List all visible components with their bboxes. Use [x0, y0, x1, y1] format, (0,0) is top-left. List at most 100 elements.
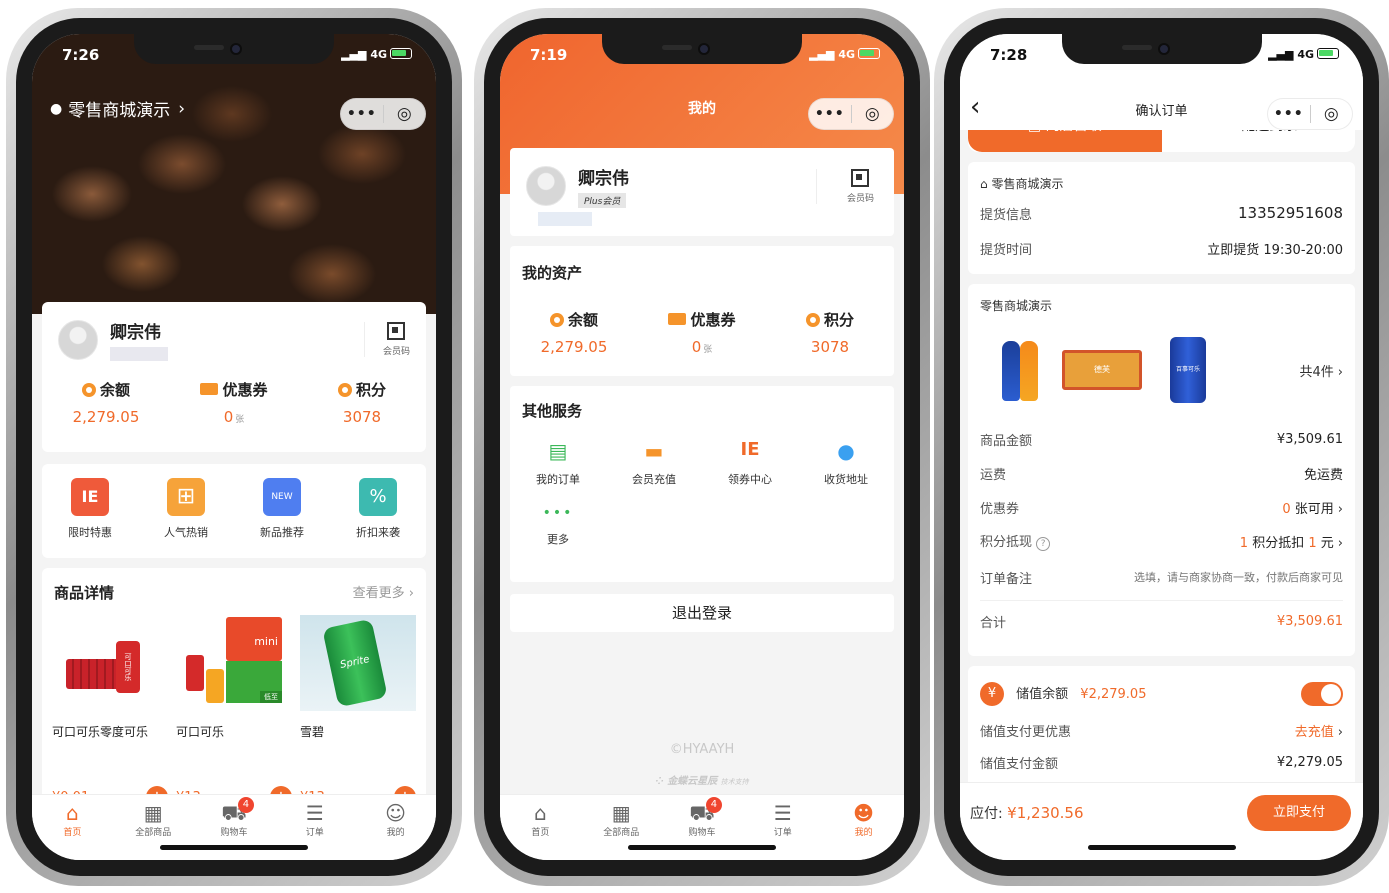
location-pin-icon: ● — [837, 439, 855, 463]
tab-cart[interactable]: ⛟ 4 购物车 — [194, 795, 275, 860]
member-code-label: 会员码 — [382, 347, 410, 357]
user-id-blurred — [538, 212, 592, 226]
tab-mine[interactable]: ☺ 我的 — [355, 795, 436, 860]
asset-balance[interactable]: 余额 2,279.05 — [42, 379, 170, 426]
points-row[interactable]: 积分抵现 ? 1 积分抵扣 1 元 › — [980, 524, 1343, 558]
order-note-input[interactable] — [1081, 570, 1343, 584]
tab-label: 订单 — [305, 828, 324, 838]
logout-button[interactable]: 退出登录 — [510, 594, 894, 632]
help-icon[interactable]: ? — [1036, 537, 1051, 551]
person-icon: ☻ — [853, 801, 875, 825]
asset-label: 优惠券 — [222, 381, 268, 399]
store-icon: ⌂ — [980, 177, 992, 191]
network-label: 4G — [370, 48, 387, 61]
order-card: 零售商城演示 德芙 百事可乐 共4件 › 商品金额 ¥3,509.61 运费 免运费 … — [968, 284, 1355, 656]
service-coupon-center[interactable]: IE 领券中心 — [702, 439, 798, 487]
more-dots-icon[interactable]: ••• — [1268, 106, 1310, 122]
tab-all-goods[interactable]: ▦ 全部商品 — [581, 795, 662, 860]
mine-screen: 7:19 ▂▄▆ 4G 我的 ••• ◎ 卿宗伟 Plus会员 会员码 我的资产 … — [500, 34, 904, 860]
points-value: 1 — [1308, 535, 1317, 551]
tab-home[interactable]: ⌂ 首页 — [32, 795, 113, 860]
product-card[interactable]: Sprite 雪碧 — [296, 615, 420, 740]
order-items[interactable]: 德芙 百事可乐 共4件 › — [980, 318, 1343, 422]
service-my-orders[interactable]: ▤ 我的订单 — [510, 439, 606, 487]
asset-value: 0 — [691, 338, 702, 356]
tab-label: 全部商品 — [603, 828, 640, 838]
tab-label: 购物车 — [688, 828, 716, 838]
support-subtext: 技术支持 — [720, 778, 749, 786]
shortcut-flash-sale[interactable]: IE 限时特惠 — [42, 478, 138, 558]
asset-unit: 张 — [703, 345, 713, 355]
avatar[interactable] — [58, 319, 98, 360]
coin-icon — [337, 383, 352, 397]
tab-orders[interactable]: ☰ 订单 — [274, 795, 355, 860]
cart-badge: 4 — [237, 797, 254, 813]
store-selector[interactable]: ● 零售商城演示 › — [50, 96, 185, 122]
service-label: 更多 — [547, 533, 569, 546]
see-more-link[interactable]: 查看更多 › — [353, 582, 414, 603]
shortcut-discount[interactable]: % 折扣来袭 — [330, 478, 426, 558]
network-label: 4G — [838, 48, 855, 61]
asset-points[interactable]: 积分 3078 — [766, 309, 894, 356]
ticket-icon — [200, 383, 219, 395]
tab-orders[interactable]: ☰ 订单 — [742, 795, 823, 860]
more-dots-icon[interactable]: ••• — [341, 106, 383, 122]
tab-label: 购物车 — [220, 828, 248, 838]
service-address[interactable]: ● 收货地址 — [798, 439, 894, 487]
asset-points[interactable]: 积分 3078 — [298, 379, 426, 426]
new-badge-icon: NEW — [263, 478, 301, 516]
tab-label: 我的 — [854, 828, 873, 838]
recharge-link[interactable]: 去充值 — [1295, 725, 1334, 740]
member-code-button[interactable]: 会员码 — [815, 168, 878, 204]
pickup-info-row[interactable]: 提货信息 13352951608 — [980, 196, 1343, 230]
section-title: 商品详情 — [54, 584, 115, 602]
tab-mine[interactable]: ☻ 我的 — [823, 795, 904, 860]
pickup-time-row[interactable]: 提货时间 立即提货 19:30-20:00 — [980, 230, 1343, 266]
close-circle-icon[interactable]: ◎ — [1311, 104, 1353, 124]
goods-section: 商品详情 查看更多 › 可口可乐 可口可乐零度可乐 mini 低至 可口可乐 S… — [42, 568, 426, 818]
pay-now-button[interactable]: 立即支付 — [1246, 795, 1351, 831]
product-card[interactable]: 可口可乐 可口可乐零度可乐 — [48, 615, 172, 740]
service-label: 领券中心 — [728, 473, 772, 486]
status-time: 7:19 — [530, 46, 568, 64]
phone-mine: 7:19 ▂▄▆ 4G 我的 ••• ◎ 卿宗伟 Plus会员 会员码 我的资产 … — [474, 8, 930, 886]
yen-icon: ¥ — [980, 682, 1004, 706]
shipping-row: 运费 免运费 — [980, 456, 1343, 490]
item-count[interactable]: 共4件 › — [1206, 361, 1343, 380]
mini-program-capsule[interactable]: ••• ◎ — [1267, 98, 1353, 130]
balance-toggle[interactable] — [1301, 682, 1343, 706]
tab-label: 订单 — [773, 828, 792, 838]
store-name: 零售商城演示 — [68, 101, 171, 121]
home-indicator — [160, 845, 308, 850]
shortcut-new[interactable]: NEW 新品推荐 — [234, 478, 330, 558]
hero-banner[interactable] — [32, 34, 436, 314]
member-code-button[interactable]: 会员码 — [363, 322, 410, 357]
pickup-time: 立即提货 19:30-20:00 — [1207, 242, 1343, 258]
service-more[interactable]: ••• 更多 — [510, 505, 606, 547]
more-dots-icon: ••• — [542, 505, 574, 521]
recharge-row[interactable]: 储值支付更优惠 去充值 › — [980, 714, 1343, 746]
mini-program-capsule[interactable]: ••• ◎ — [808, 98, 894, 130]
service-recharge[interactable]: ▬ 会员充值 — [606, 439, 702, 487]
user-card: 卿宗伟 Plus会员 会员码 — [510, 148, 894, 236]
product-image-pepsi-can: 百事可乐 — [1170, 337, 1206, 403]
more-dots-icon[interactable]: ••• — [809, 106, 851, 122]
row-label: 储值支付更优惠 — [980, 724, 1072, 740]
asset-coupon[interactable]: 优惠券 0 张 — [638, 309, 766, 356]
user-row[interactable]: 卿宗伟 会员码 — [42, 302, 426, 361]
tab-cart[interactable]: ⛟ 4 购物车 — [662, 795, 743, 860]
coin-icon — [805, 313, 820, 327]
coupon-row[interactable]: 优惠券 0 张可用 › — [980, 490, 1343, 524]
battery-icon — [858, 48, 880, 59]
asset-coupon[interactable]: 优惠券 0 张 — [170, 379, 298, 426]
product-card[interactable]: mini 低至 可口可乐 — [172, 615, 296, 740]
tab-home[interactable]: ⌂ 首页 — [500, 795, 581, 860]
close-circle-icon[interactable]: ◎ — [852, 104, 894, 124]
shortcut-hot[interactable]: ⊞ 人气热销 — [138, 478, 234, 558]
mini-program-capsule[interactable]: ••• ◎ — [340, 98, 426, 130]
close-circle-icon[interactable]: ◎ — [384, 104, 426, 124]
user-row[interactable]: 卿宗伟 Plus会员 会员码 — [510, 148, 894, 208]
avatar[interactable] — [526, 166, 566, 206]
tab-all-goods[interactable]: ▦ 全部商品 — [113, 795, 194, 860]
asset-balance[interactable]: 余额 2,279.05 — [510, 309, 638, 356]
